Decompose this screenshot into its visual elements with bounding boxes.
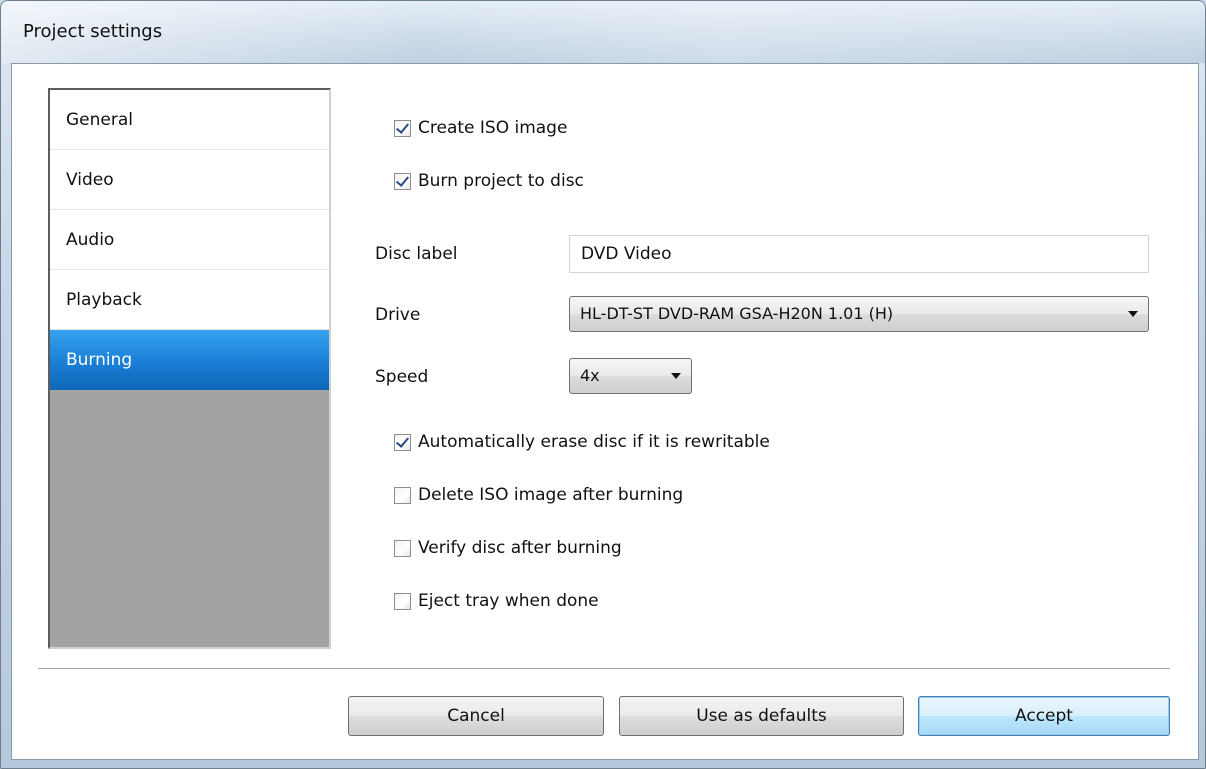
chevron-down-icon bbox=[671, 373, 681, 379]
delete-iso-row: Delete ISO image after burning bbox=[394, 483, 683, 507]
burn-to-disc-label[interactable]: Burn project to disc bbox=[418, 171, 584, 191]
sidebar-item-video[interactable]: Video bbox=[50, 150, 329, 210]
speed-caption: Speed bbox=[375, 367, 429, 387]
use-as-defaults-button[interactable]: Use as defaults bbox=[619, 696, 904, 736]
eject-tray-checkbox[interactable] bbox=[394, 592, 411, 610]
verify-disc-checkbox[interactable] bbox=[394, 539, 411, 557]
create-iso-label[interactable]: Create ISO image bbox=[418, 118, 567, 138]
sidebar-item-playback[interactable]: Playback bbox=[50, 270, 329, 330]
sidebar-item-burning[interactable]: Burning bbox=[50, 330, 329, 390]
burn-to-disc-row: Burn project to disc bbox=[394, 169, 584, 193]
delete-iso-checkbox[interactable] bbox=[394, 486, 411, 504]
drive-select-value: HL-DT-ST DVD-RAM GSA-H20N 1.01 (H) bbox=[580, 304, 894, 323]
drive-select[interactable]: HL-DT-ST DVD-RAM GSA-H20N 1.01 (H) bbox=[569, 296, 1149, 332]
drive-caption: Drive bbox=[375, 305, 421, 325]
sidebar-item-audio[interactable]: Audio bbox=[50, 210, 329, 270]
verify-disc-label[interactable]: Verify disc after burning bbox=[418, 538, 622, 558]
verify-disc-row: Verify disc after burning bbox=[394, 536, 622, 560]
title-bar[interactable]: Project settings bbox=[1, 1, 1205, 63]
project-settings-dialog: Project settings General Video Audio Pla… bbox=[0, 0, 1206, 769]
separator bbox=[38, 668, 1170, 670]
dialog-content: General Video Audio Playback Burning Cre… bbox=[11, 63, 1199, 760]
speed-select-value: 4x bbox=[580, 366, 600, 385]
disc-label-caption: Disc label bbox=[375, 244, 458, 264]
auto-erase-checkbox[interactable] bbox=[394, 433, 411, 451]
accept-button[interactable]: Accept bbox=[918, 696, 1170, 736]
speed-select[interactable]: 4x bbox=[569, 358, 692, 394]
sidebar-item-general[interactable]: General bbox=[50, 90, 329, 150]
settings-sidebar: General Video Audio Playback Burning bbox=[48, 88, 331, 649]
disc-label-input[interactable]: DVD Video bbox=[569, 235, 1149, 273]
create-iso-row: Create ISO image bbox=[394, 116, 567, 140]
window-title: Project settings bbox=[23, 21, 163, 42]
create-iso-checkbox[interactable] bbox=[394, 119, 411, 137]
burn-to-disc-checkbox[interactable] bbox=[394, 172, 411, 190]
chevron-down-icon bbox=[1128, 311, 1138, 317]
eject-tray-row: Eject tray when done bbox=[394, 589, 599, 613]
cancel-button[interactable]: Cancel bbox=[348, 696, 604, 736]
auto-erase-row: Automatically erase disc if it is rewrit… bbox=[394, 430, 770, 454]
delete-iso-label[interactable]: Delete ISO image after burning bbox=[418, 485, 683, 505]
auto-erase-label[interactable]: Automatically erase disc if it is rewrit… bbox=[418, 432, 770, 452]
eject-tray-label[interactable]: Eject tray when done bbox=[418, 591, 599, 611]
